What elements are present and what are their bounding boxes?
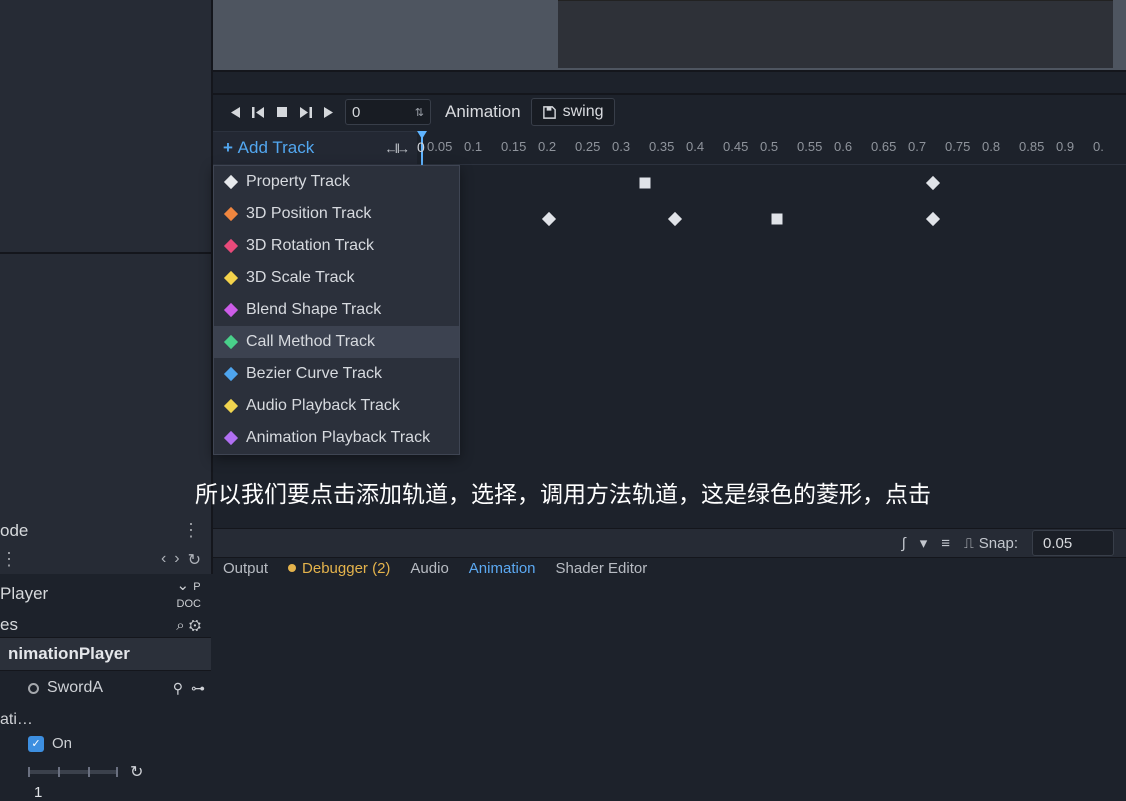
diamond-icon: [224, 303, 238, 317]
viewport-panel: [213, 0, 1126, 72]
diamond-icon: [224, 175, 238, 189]
keyframe[interactable]: [542, 212, 556, 226]
diamond-icon: [224, 431, 238, 445]
keyframe[interactable]: [772, 214, 783, 225]
bottom-dock-tabs: Output Debugger (2) Audio Animation Shad…: [213, 558, 1126, 578]
current-frame-input[interactable]: 0 ⇅: [345, 99, 431, 125]
keyframe[interactable]: [926, 212, 940, 226]
spinner-icon[interactable]: ⇅: [415, 106, 424, 119]
track-menu-item[interactable]: Bezier Curve Track: [214, 358, 459, 390]
nav-forward-icon[interactable]: ›: [174, 550, 179, 570]
track-menu-label: Audio Playback Track: [246, 397, 400, 415]
diamond-icon: [224, 399, 238, 413]
chevron-down-icon[interactable]: ⌄: [177, 577, 190, 594]
search-icon[interactable]: ⌕: [176, 617, 184, 634]
slider-row[interactable]: ↻: [0, 758, 211, 786]
current-frame-value: 0: [352, 104, 360, 121]
track-menu-item[interactable]: Call Method Track: [214, 326, 459, 358]
diamond-icon: [224, 239, 238, 253]
stop-icon[interactable]: [276, 106, 288, 118]
keyframe-row[interactable]: [417, 165, 1126, 201]
track-menu-item[interactable]: 3D Rotation Track: [214, 230, 459, 262]
keyframe[interactable]: [668, 212, 682, 226]
status-dot-icon: [288, 564, 296, 572]
track-menu-label: Call Method Track: [246, 333, 375, 351]
more-icon[interactable]: ⋮: [182, 520, 201, 541]
animation-menu[interactable]: Animation: [441, 102, 521, 122]
timeline-footer: ∫ ▾ ≡ ⎍Snap: 0.05: [213, 528, 1126, 558]
viewport-canvas: [558, 0, 1113, 68]
play-back-start-icon[interactable]: [229, 106, 242, 119]
curve-icon[interactable]: ∫: [902, 535, 906, 552]
snap-value: 0.05: [1043, 535, 1072, 552]
resize-handle-icon[interactable]: ←‖→: [385, 141, 407, 156]
mode-label: ode: [0, 521, 28, 541]
timeline-ruler: + Add Track ←‖→ 0 0.050.10.150.20.250.30…: [213, 131, 1126, 165]
timeline-body[interactable]: [417, 165, 1126, 475]
history-icon[interactable]: ↻: [188, 550, 201, 570]
animation-transport: 0 ⇅ Animation swing: [213, 93, 1126, 129]
track-menu-item[interactable]: Animation Playback Track: [214, 422, 459, 454]
keyframe-row[interactable]: [417, 201, 1126, 237]
diamond-icon: [224, 335, 238, 349]
menu-icon[interactable]: ⋮: [0, 549, 19, 570]
settings-icon[interactable]: ⚙: [189, 617, 201, 634]
sword-label: SwordA: [47, 679, 165, 697]
animation-player-node[interactable]: nimationPlayer: [0, 637, 211, 671]
play-forward-icon[interactable]: [298, 106, 312, 119]
player-label: Player: [0, 584, 48, 604]
track-menu-item[interactable]: 3D Position Track: [214, 198, 459, 230]
track-menu-item[interactable]: Property Track: [214, 166, 459, 198]
clip-name: swing: [563, 103, 604, 121]
snap-value-input[interactable]: 0.05: [1032, 530, 1114, 556]
track-menu-label: 3D Position Track: [246, 205, 371, 223]
snap-toggle[interactable]: ⎍Snap:: [964, 535, 1018, 552]
track-menu-item[interactable]: Audio Playback Track: [214, 390, 459, 422]
reset-icon[interactable]: ↻: [130, 762, 143, 782]
add-track-label: Add Track: [238, 138, 315, 157]
filter-icon[interactable]: ▾: [920, 534, 928, 552]
track-menu-label: Property Track: [246, 173, 350, 191]
ruler-zero: 0: [417, 139, 425, 155]
magnet-icon: ⎍: [964, 535, 974, 552]
track-menu-label: Blend Shape Track: [246, 301, 381, 319]
slider-value: 1: [0, 784, 211, 801]
category-label: ati…: [0, 705, 211, 729]
sword-node-row[interactable]: SwordA ⚲ ⊶: [0, 671, 211, 705]
track-menu-label: 3D Rotation Track: [246, 237, 374, 255]
inspector-panel: ode ⋮ ⋮ ‹ › ↻ Player ⌄ PDOC es ⌕ ⚙ nima: [0, 0, 213, 574]
nav-back-icon[interactable]: ‹: [161, 550, 166, 570]
es-label: es: [0, 615, 18, 635]
play-end-icon[interactable]: [322, 106, 335, 119]
diamond-icon: [224, 207, 238, 221]
keyframe[interactable]: [640, 178, 651, 189]
track-menu-label: Bezier Curve Track: [246, 365, 382, 383]
list-icon[interactable]: ≡: [941, 535, 950, 552]
checkbox-icon[interactable]: ✓: [28, 736, 44, 752]
add-track-menu: Property Track 3D Position Track 3D Rotati…: [213, 165, 460, 455]
diamond-icon: [224, 367, 238, 381]
link-icon[interactable]: ⊶: [191, 680, 205, 697]
slider-track[interactable]: [28, 770, 118, 774]
on-property-row[interactable]: ✓ On: [0, 729, 211, 758]
diamond-icon: [224, 271, 238, 285]
pin-icon[interactable]: ⚲: [173, 680, 183, 697]
track-menu-item[interactable]: Blend Shape Track: [214, 294, 459, 326]
add-track-button[interactable]: + Add Track ←‖→: [213, 131, 417, 165]
track-menu-label: 3D Scale Track: [246, 269, 354, 287]
keyframe[interactable]: [926, 176, 940, 190]
track-menu-item[interactable]: 3D Scale Track: [214, 262, 459, 294]
track-menu-label: Animation Playback Track: [246, 429, 430, 447]
animation-clip-selector[interactable]: swing: [531, 98, 615, 126]
ruler-ticks: 0.050.10.150.20.250.30.350.40.450.50.550…: [427, 139, 1126, 154]
node-icon: [28, 683, 39, 694]
play-back-icon[interactable]: [252, 106, 266, 119]
timeline-scale[interactable]: 0 0.050.10.150.20.250.30.350.40.450.50.5…: [417, 131, 1126, 165]
save-icon: [542, 105, 557, 120]
on-label: On: [52, 735, 72, 752]
